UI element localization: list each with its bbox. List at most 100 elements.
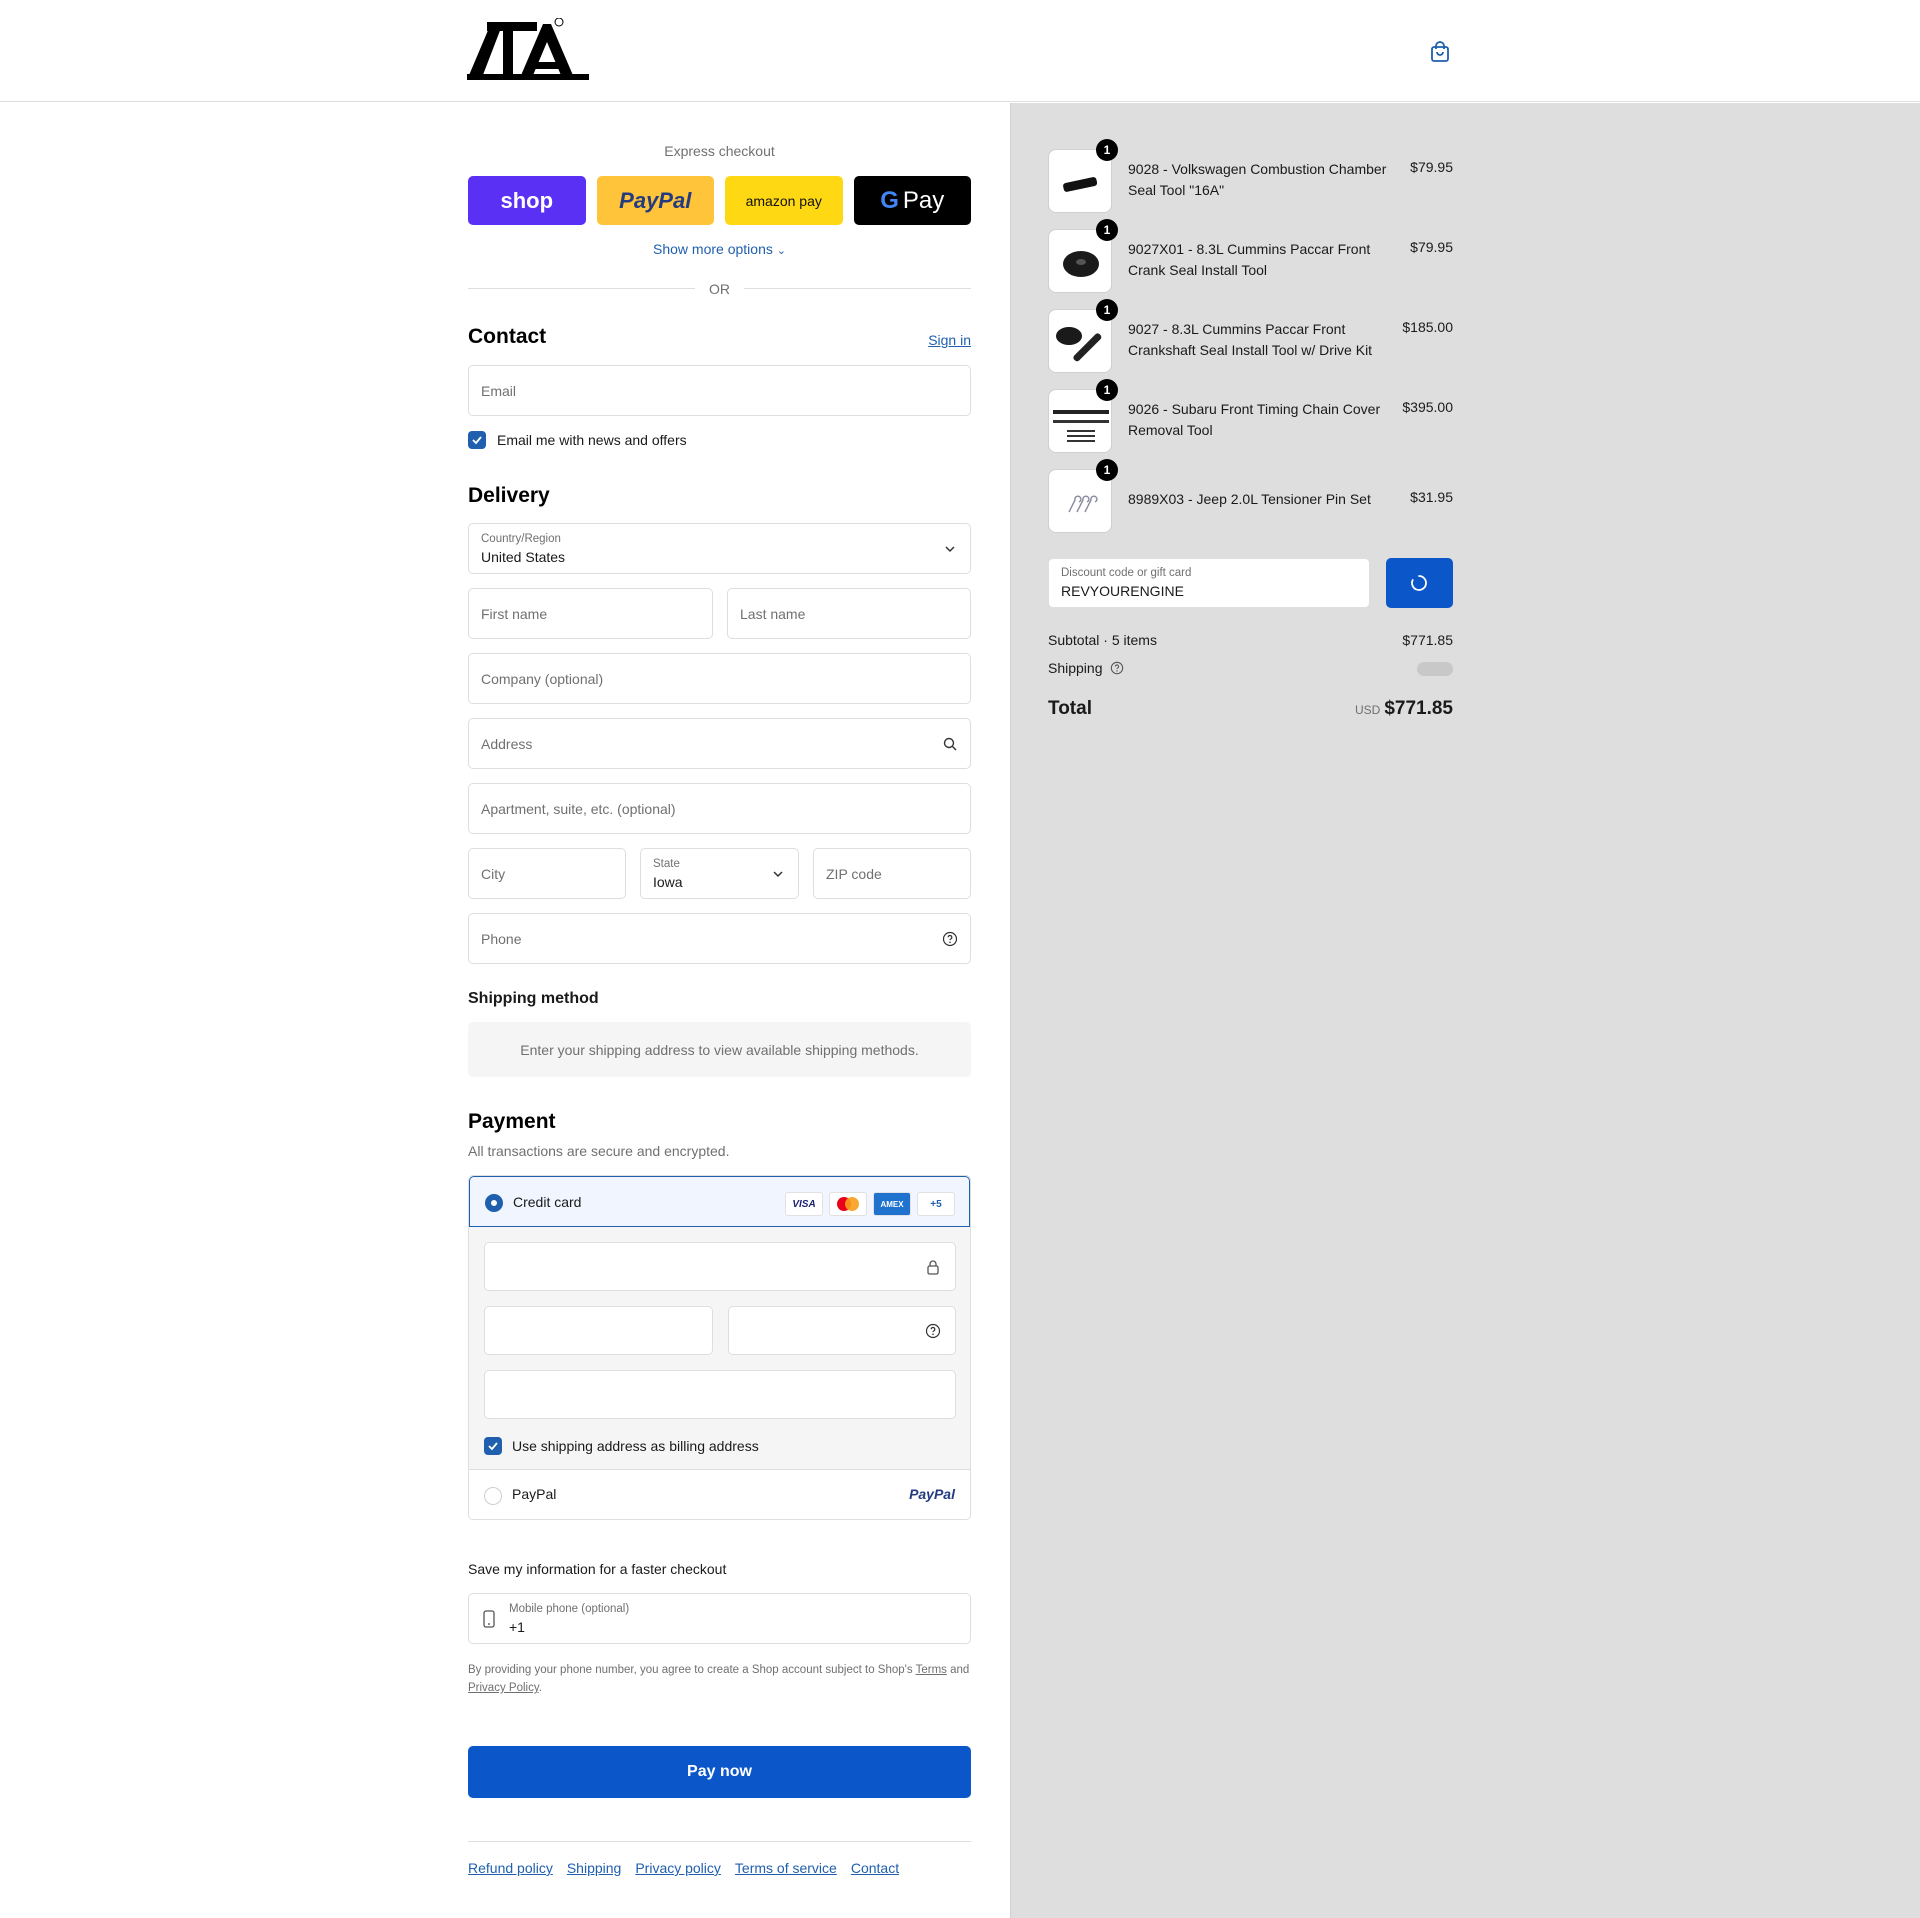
product-price: $79.95 xyxy=(1410,239,1453,255)
paypal-express-label: PayPal xyxy=(619,187,692,213)
privacy-policy-footer-link[interactable]: Privacy policy xyxy=(635,1860,721,1876)
google-pay-label: Pay xyxy=(902,186,945,214)
search-icon xyxy=(942,736,958,752)
company-field[interactable]: Company (optional) xyxy=(468,653,971,704)
total-amount: USD $771.85 xyxy=(1355,698,1453,720)
card-brand-badges: VISA AMEX +5 xyxy=(785,1192,955,1216)
terms-link[interactable]: Terms xyxy=(916,1664,947,1676)
or-divider: OR xyxy=(468,278,971,298)
newsletter-label: Email me with news and offers xyxy=(497,432,687,448)
product-name: 9026 - Subaru Front Timing Chain Cover R… xyxy=(1128,401,1381,438)
state-value: Iowa xyxy=(653,874,683,890)
express-checkout-title: Express checkout xyxy=(664,143,775,159)
shipping-method-notice: Enter your shipping address to view avai… xyxy=(468,1022,971,1077)
store-logo[interactable] xyxy=(467,17,589,82)
mastercard-icon xyxy=(829,1192,867,1216)
google-pay-button[interactable]: G Pay xyxy=(853,176,971,225)
zip-field[interactable]: ZIP code xyxy=(813,848,971,899)
last-name-field[interactable]: Last name xyxy=(727,588,971,639)
chevron-down-icon xyxy=(770,866,786,882)
terms-of-service-link[interactable]: Terms of service xyxy=(735,1860,837,1876)
discount-code-field[interactable]: Discount code or gift card REVYOURENGINE xyxy=(1048,558,1370,608)
phone-field[interactable]: Phone xyxy=(468,913,971,964)
refund-policy-link[interactable]: Refund policy xyxy=(468,1860,553,1876)
product-name: 9028 - Volkswagen Combustion Chamber Sea… xyxy=(1128,161,1387,198)
order-summary-panel xyxy=(1010,103,1920,1918)
newsletter-checkbox[interactable] xyxy=(468,431,486,449)
help-circle-icon[interactable] xyxy=(925,1323,941,1343)
zip-placeholder: ZIP code xyxy=(826,866,882,882)
shop-pay-button[interactable]: shop xyxy=(468,176,586,225)
discount-code-value: REVYOURENGINE xyxy=(1061,583,1184,599)
security-code-field[interactable] xyxy=(728,1306,956,1355)
credit-card-option[interactable]: Credit card VISA AMEX +5 xyxy=(469,1176,970,1227)
save-info-heading: Save my information for a faster checkou… xyxy=(468,1561,727,1577)
help-circle-icon[interactable] xyxy=(1110,661,1124,678)
credit-card-label: Credit card xyxy=(513,1194,582,1210)
phone-disclaimer: By providing your phone number, you agre… xyxy=(468,1661,971,1697)
visa-icon: VISA xyxy=(785,1192,823,1216)
country-select[interactable]: Country/Region United States xyxy=(468,523,971,574)
mobile-phone-label: Mobile phone (optional) xyxy=(509,1603,630,1615)
company-placeholder: Company (optional) xyxy=(481,671,604,687)
lock-icon xyxy=(925,1259,941,1279)
apartment-placeholder: Apartment, suite, etc. (optional) xyxy=(481,801,676,817)
shipping-policy-link[interactable]: Shipping xyxy=(567,1860,622,1876)
expiration-date-field[interactable] xyxy=(484,1306,713,1355)
quantity-badge: 1 xyxy=(1096,139,1118,161)
city-field[interactable]: City xyxy=(468,848,626,899)
product-price: $185.00 xyxy=(1402,319,1453,335)
product-name: 9027X01 - 8.3L Cummins Paccar Front Cran… xyxy=(1128,241,1371,278)
loading-spinner-icon xyxy=(1411,575,1427,591)
subtotal-label: Subtotal · 5 items xyxy=(1048,632,1157,648)
paypal-radio[interactable] xyxy=(484,1487,502,1505)
credit-card-form: Use shipping address as billing address xyxy=(469,1227,970,1470)
total-row: Total USD $771.85 xyxy=(1048,698,1453,720)
contact-link[interactable]: Contact xyxy=(851,1860,899,1876)
state-label: State xyxy=(653,858,680,870)
checkmark-icon xyxy=(488,1442,498,1451)
payment-subtitle: All transactions are secure and encrypte… xyxy=(468,1143,730,1159)
last-name-placeholder: Last name xyxy=(740,606,806,622)
subtotal-row: Subtotal · 5 items $771.85 xyxy=(1048,632,1453,648)
discount-code-label: Discount code or gift card xyxy=(1061,567,1192,579)
mobile-phone-field[interactable]: Mobile phone (optional) +1 xyxy=(468,1593,971,1644)
country-label: Country/Region xyxy=(481,533,561,545)
shipping-label: Shipping xyxy=(1048,660,1103,676)
quantity-badge: 1 xyxy=(1096,459,1118,481)
checkout-form-panel: Express checkout shop PayPal amazon pay … xyxy=(0,103,1010,1918)
sign-in-link[interactable]: Sign in xyxy=(928,332,971,348)
mobile-phone-value: +1 xyxy=(509,1619,525,1635)
payment-method-group: Credit card VISA AMEX +5 Use shipping ad… xyxy=(468,1175,971,1520)
pay-now-button[interactable]: Pay now xyxy=(468,1746,971,1798)
apartment-field[interactable]: Apartment, suite, etc. (optional) xyxy=(468,783,971,834)
order-item: 1 8989X03 - Jeep 2.0L Tensioner Pin Set … xyxy=(1048,459,1453,533)
state-select[interactable]: State Iowa xyxy=(640,848,799,899)
paypal-option[interactable]: PayPal PayPal xyxy=(469,1470,970,1519)
product-price: $31.95 xyxy=(1410,489,1453,505)
email-placeholder: Email xyxy=(481,383,517,399)
help-circle-icon[interactable] xyxy=(942,931,958,947)
card-number-field[interactable] xyxy=(484,1242,956,1291)
total-label: Total xyxy=(1048,698,1092,719)
privacy-policy-link[interactable]: Privacy Policy xyxy=(468,1682,539,1694)
show-more-options-link[interactable]: Show more options ⌄ xyxy=(468,241,971,257)
email-field[interactable]: Email xyxy=(468,365,971,416)
shipping-loading-placeholder xyxy=(1417,662,1453,676)
credit-card-radio[interactable] xyxy=(485,1194,503,1212)
billing-same-checkbox[interactable] xyxy=(484,1437,502,1455)
checkout-form: Express checkout shop PayPal amazon pay … xyxy=(468,103,971,1918)
paypal-express-button[interactable]: PayPal xyxy=(596,176,714,225)
address-field[interactable]: Address xyxy=(468,718,971,769)
city-placeholder: City xyxy=(481,866,506,882)
phone-placeholder: Phone xyxy=(481,931,522,947)
order-item: 1 9028 - Volkswagen Combustion Chamber S… xyxy=(1048,139,1453,213)
order-item: 1 9027 - 8.3L Cummins Paccar Front Crank… xyxy=(1048,299,1453,373)
apply-discount-button[interactable] xyxy=(1386,558,1453,608)
amazon-pay-button[interactable]: amazon pay xyxy=(725,176,843,225)
product-name: 8989X03 - Jeep 2.0L Tensioner Pin Set xyxy=(1128,491,1371,507)
express-checkout-buttons: shop PayPal amazon pay G Pay xyxy=(468,176,971,225)
first-name-field[interactable]: First name xyxy=(468,588,713,639)
name-on-card-field[interactable] xyxy=(484,1370,956,1419)
cart-bag-icon[interactable] xyxy=(1428,40,1452,64)
